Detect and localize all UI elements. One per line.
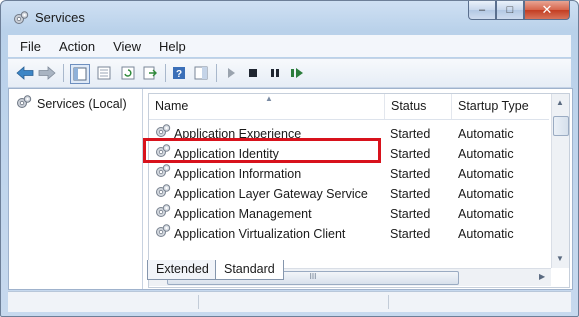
gear-services-icon [155,203,171,225]
gear-services-icon [155,123,171,145]
service-status: Started [390,147,431,161]
service-startup-type: Automatic [458,187,514,201]
service-name-cell: Application Virtualization Client [155,224,345,244]
close-icon: ✕ [541,2,553,17]
column-header-startup-type[interactable]: Startup Type [452,94,551,119]
help-icon[interactable]: ? [170,64,188,82]
services-window: Services – □ ✕ File Action View Help ? S… [0,0,579,317]
column-header-status[interactable]: Status [385,94,452,119]
service-row[interactable]: Application Information Started Automatic [149,164,549,184]
column-header-label: Name [155,99,189,113]
main-content: Services (Local) Name ▲ Status Startup T… [8,88,573,290]
window-title: Services [35,10,85,25]
gear-services-icon [155,143,171,165]
sort-ascending-icon: ▲ [265,94,273,103]
column-header-name[interactable]: Name ▲ [149,94,385,119]
service-row[interactable]: Application Layer Gateway Service Started… [149,184,549,204]
column-header-label: Startup Type [458,99,529,113]
gear-services-icon [13,10,29,26]
export-list-icon[interactable] [141,64,159,82]
service-name-cell: Application Information [155,164,301,184]
scroll-down-icon[interactable]: ▼ [556,254,564,263]
toolbar-separator [63,64,64,82]
service-name: Application Management [174,207,312,221]
service-status: Started [390,227,431,241]
tab-label: Extended [156,262,209,276]
show-console-tree-icon[interactable] [70,64,90,84]
menu-action[interactable]: Action [49,39,103,54]
scroll-right-icon[interactable]: ▶ [539,272,545,281]
service-name-cell: Application Management [155,204,312,224]
menu-file[interactable]: File [8,39,49,54]
service-row[interactable]: Application Experience Started Automatic [149,124,549,144]
service-startup-type: Automatic [458,147,514,161]
menu-view[interactable]: View [103,39,149,54]
service-startup-type: Automatic [458,167,514,181]
service-startup-type: Automatic [458,207,514,221]
service-startup-type: Automatic [458,227,514,241]
toolbar-separator [165,64,166,82]
minimize-button[interactable]: – [468,1,496,20]
pause-service-icon[interactable] [266,64,284,82]
tab-standard[interactable]: Standard [215,260,284,280]
toolbar: ? [8,58,571,88]
tree-item-services-local[interactable]: Services (Local) [16,94,127,113]
status-divider [198,295,199,309]
service-name: Application Layer Gateway Service [174,187,368,201]
vertical-scrollbar[interactable]: ▲ ▼ [551,94,569,268]
service-startup-type: Automatic [458,127,514,141]
services-list: Name ▲ Status Startup Type Application E… [148,93,570,288]
service-status: Started [390,127,431,141]
service-name: Application Virtualization Client [174,227,346,241]
service-status: Started [390,187,431,201]
restart-service-icon[interactable] [288,64,306,82]
service-status: Started [390,167,431,181]
stop-service-icon[interactable] [244,64,262,82]
properties-icon[interactable] [95,64,113,82]
console-tree: Services (Local) [9,89,143,289]
tree-item-label: Services (Local) [37,96,127,111]
service-row[interactable]: Application Virtualization Client Started… [149,224,549,244]
menu-help[interactable]: Help [149,39,194,54]
service-name: Application Identity [174,147,279,161]
gear-services-icon [16,94,32,113]
back-arrow-icon[interactable] [16,64,34,82]
column-header-row: Name ▲ Status Startup Type [149,94,549,120]
minimize-icon: – [478,4,486,16]
caption-buttons: – □ ✕ [468,1,570,21]
scroll-up-icon[interactable]: ▲ [556,98,564,107]
toolbar-separator [216,64,217,82]
status-divider [388,295,389,309]
tab-label: Standard [224,262,275,276]
service-name-cell: Application Identity [155,144,279,164]
gear-services-icon [155,183,171,205]
service-name: Application Information [174,167,302,181]
gear-services-icon [155,163,171,185]
maximize-button[interactable]: □ [496,1,524,20]
start-service-icon[interactable] [222,64,240,82]
service-row[interactable]: Application Identity Started Automatic [149,144,549,164]
service-name-cell: Application Experience [155,124,301,144]
tab-extended[interactable]: Extended [147,260,218,280]
service-status: Started [390,207,431,221]
gear-services-icon [155,223,171,245]
service-name-cell: Application Layer Gateway Service [155,184,368,204]
vertical-scroll-thumb[interactable] [553,116,569,136]
refresh-icon[interactable] [119,64,137,82]
close-button[interactable]: ✕ [524,1,570,20]
show-hide-action-pane-icon[interactable] [192,64,210,82]
menu-bar: File Action View Help [8,35,571,57]
service-row[interactable]: Application Management Started Automatic [149,204,549,224]
status-bar [8,291,571,312]
service-name: Application Experience [174,127,302,141]
grip-icon: III [309,272,317,281]
column-header-label: Status [391,99,427,113]
svg-text:?: ? [176,69,182,80]
title-bar[interactable]: Services – □ ✕ [1,1,578,33]
maximize-icon: □ [506,4,514,16]
forward-arrow-icon[interactable] [38,64,56,82]
